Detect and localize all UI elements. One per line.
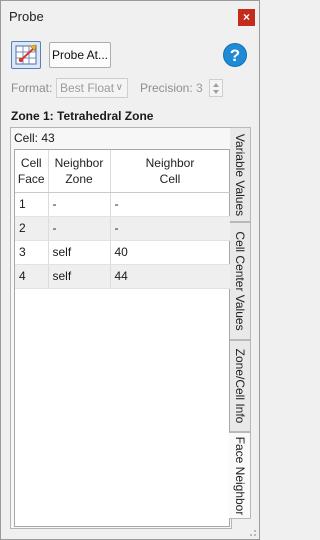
format-label: Format: (11, 81, 53, 95)
neighbor-cell: 40 (110, 240, 231, 265)
neighbor-cell: - (110, 192, 231, 217)
probe-grid-icon (15, 44, 37, 65)
close-button[interactable]: × (238, 9, 255, 26)
neighbor-zone: self (48, 240, 111, 265)
chevron-down-icon: ∨ (115, 82, 123, 93)
neighbor-cell: 44 (110, 264, 231, 289)
probe-window: Probe × Probe At... ? Format: Best Float… (0, 0, 260, 540)
tab-cell-center-values[interactable]: Cell Center Values (230, 222, 251, 340)
cell-label: Cell: 43 (14, 131, 55, 145)
header-neighbor-cell[interactable]: Neighbor Cell (110, 150, 231, 193)
face-neighbor-panel: Cell: 43 Cell Face Neighbor Zone Neighbor C… (10, 127, 232, 529)
tab-zone-cell-info[interactable]: Zone/Cell Info (230, 340, 251, 432)
table-row[interactable]: 1 - - (15, 192, 231, 217)
tab-face-neighbor[interactable]: Face Neighbor (229, 432, 251, 519)
table-header-row: Cell Face Neighbor Zone Neighbor Cell (15, 150, 231, 193)
probe-at-button[interactable]: Probe At... (49, 42, 111, 68)
precision-value[interactable]: 3 (196, 81, 203, 95)
resize-grip-icon[interactable] (247, 527, 257, 537)
help-icon[interactable]: ? (223, 43, 247, 67)
header-cell-face[interactable]: Cell Face (15, 150, 49, 193)
probe-tool-button[interactable] (11, 41, 41, 69)
cell-face: 2 (15, 216, 49, 241)
format-select[interactable]: Best Float ∨ (56, 78, 128, 98)
cell-face: 3 (15, 240, 49, 265)
table-row[interactable]: 2 - - (15, 216, 231, 241)
tab-variable-values[interactable]: Variable Values (230, 127, 251, 222)
window-title: Probe (9, 9, 44, 24)
cell-face: 4 (15, 264, 49, 289)
spin-up-icon[interactable] (213, 83, 219, 87)
table-row[interactable]: 4 self 44 (15, 264, 231, 289)
neighbor-cell: - (110, 216, 231, 241)
table-row[interactable]: 3 self 40 (15, 240, 231, 265)
neighbor-zone: - (48, 192, 111, 217)
header-neighbor-zone[interactable]: Neighbor Zone (48, 150, 111, 193)
vertical-tab-strip: Variable Values Cell Center Values Zone/… (229, 127, 252, 519)
precision-label: Precision: (140, 81, 193, 95)
neighbor-zone: self (48, 264, 111, 289)
cell-face: 1 (15, 192, 49, 217)
format-value: Best Float (60, 81, 115, 95)
spin-down-icon[interactable] (213, 90, 219, 94)
neighbor-zone: - (48, 216, 111, 241)
face-neighbor-table: Cell Face Neighbor Zone Neighbor Cell 1 - -… (14, 149, 231, 527)
zone-title: Zone 1: Tetrahedral Zone (11, 109, 154, 123)
precision-spinner[interactable] (209, 79, 223, 97)
title-bar[interactable]: Probe × (1, 1, 259, 33)
